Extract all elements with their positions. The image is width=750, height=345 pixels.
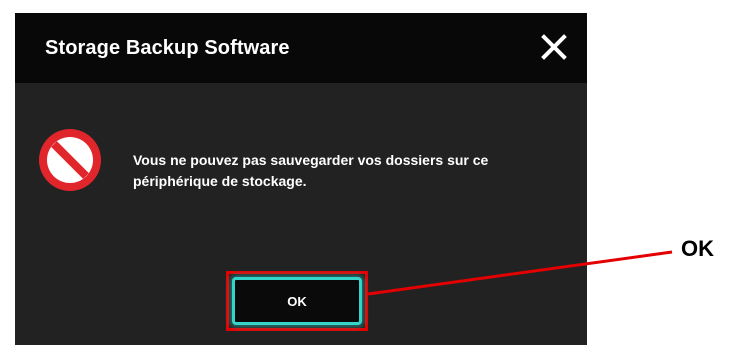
ok-button[interactable]: OK [232,277,362,325]
close-icon[interactable] [541,34,567,60]
prohibited-icon [39,129,101,191]
dialog-title: Storage Backup Software [45,37,290,59]
dialog-titlebar: Storage Backup Software [15,13,587,83]
callout-label: OK [681,236,714,261]
error-message: Vous ne pouvez pas sauvegarder vos dossi… [133,152,489,189]
